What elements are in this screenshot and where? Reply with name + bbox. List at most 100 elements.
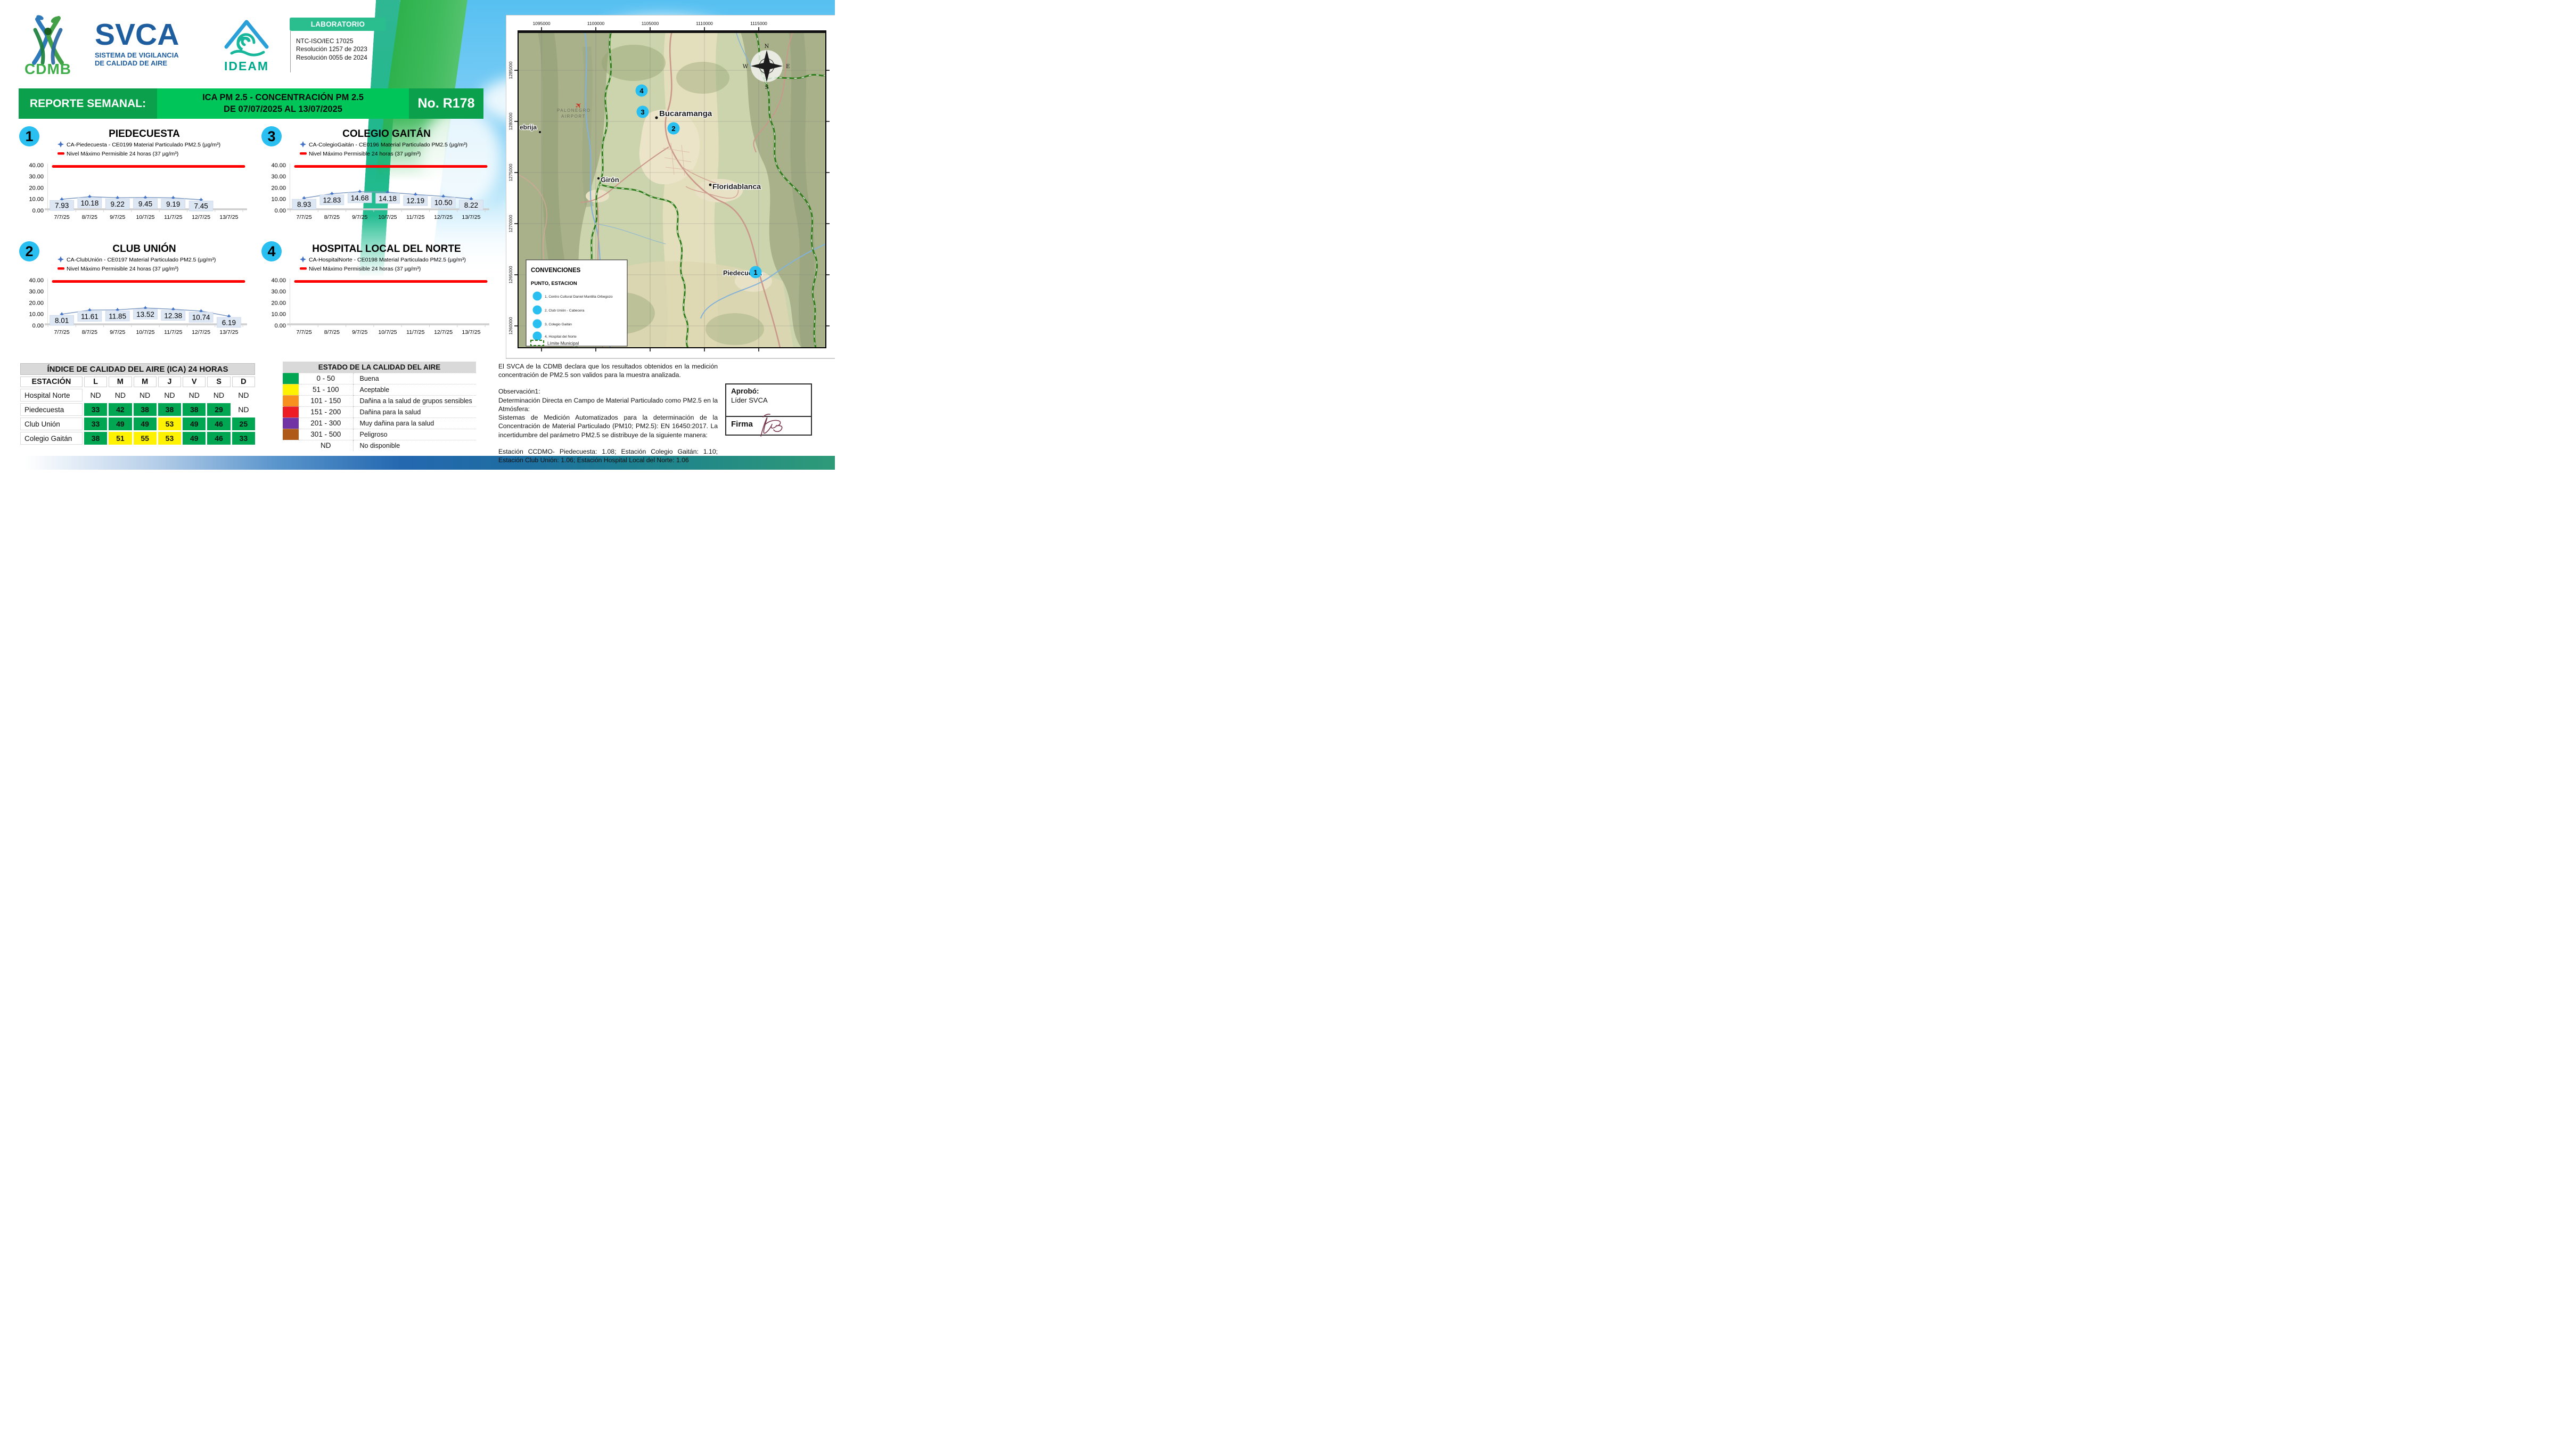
y-tick-label: 30.00: [271, 174, 286, 180]
x-tick-label: 10/7/25: [136, 214, 154, 220]
ica-station: Club Unión: [20, 417, 83, 430]
estado-color-swatch: [283, 439, 299, 451]
ica-value-cell: 46: [207, 417, 231, 430]
y-tick-label: 10.00: [271, 312, 286, 318]
data-label: 14.18: [379, 194, 397, 202]
airport-label: PALONEGRO: [557, 108, 591, 113]
x-tick-label: 7/7/25: [296, 329, 311, 335]
legend-subtitle: PUNTO, ESTACION: [531, 281, 577, 286]
compass-n: N: [765, 44, 769, 50]
compass-s: S: [765, 85, 769, 91]
ica-value-cell: ND: [84, 389, 108, 402]
data-label: 13.52: [136, 310, 154, 318]
series-marker-icon: [58, 256, 64, 263]
map-canvas: PALONEGRO AIRPORT ✈ Bucaramanga Girón Fl…: [505, 14, 835, 359]
y-tick-label: 30.00: [271, 289, 286, 295]
chart-svg: 3 COLEGIO GAITÁN CA-ColegioGaitán - CE0196…: [261, 126, 489, 220]
y-tick-label: 30.00: [29, 289, 44, 295]
ica-value-cell: 33: [84, 403, 108, 416]
table-row: 301 - 500 Peligroso: [283, 428, 476, 440]
series-legend-label: CA-ColegioGaitán - CE0196 Material Parti…: [309, 142, 467, 148]
ica-value-cell: 49: [109, 417, 132, 430]
estado-color-swatch: [283, 372, 299, 384]
table-row: 51 - 100 Aceptable: [283, 383, 476, 395]
series-marker-icon: [300, 141, 306, 148]
limit-marker-icon: [58, 267, 64, 270]
estado-color-swatch: [283, 406, 299, 417]
ica-value-cell: 51: [109, 432, 132, 445]
ica-value-cell: 38: [183, 403, 206, 416]
ica-value-cell: 53: [158, 417, 182, 430]
ica-value-cell: 53: [158, 432, 182, 445]
ica-header: J: [158, 376, 182, 387]
ica-value-cell: 33: [84, 417, 108, 430]
ica-value-cell: 38: [84, 432, 108, 445]
data-label: 10.74: [192, 314, 210, 322]
chart-svg: 4 HOSPITAL LOCAL DEL NORTE CA-HospitalNort…: [261, 241, 489, 335]
report-title-line2: DE 07/07/2025 AL 13/07/2025: [224, 104, 342, 114]
limit-legend-label: Nivel Máximo Permisible 24 horas (37 µg/…: [309, 151, 421, 157]
report-title-center: ICA PM 2.5 - CONCENTRACIÓN PM 2.5 DE 07/…: [157, 88, 409, 119]
data-label: 11.61: [81, 313, 99, 321]
accreditation-badge: LABORATORIO ACREDITADO: [290, 18, 386, 42]
data-label: 8.22: [464, 201, 478, 209]
estado-range: 301 - 500: [299, 428, 353, 440]
x-tick-label: 12/7/25: [192, 214, 210, 220]
chart-number: 2: [25, 243, 33, 259]
chart-club-union: 2 CLUB UNIÓN CA-ClubUnión - CE0197 Materia…: [15, 240, 256, 343]
chart-number: 3: [267, 128, 275, 144]
x-tick-label: 8/7/25: [324, 329, 340, 335]
x-tick-label: 13/7/25: [219, 329, 238, 335]
limit-legend-label: Nivel Máximo Permisible 24 horas (37 µg/…: [67, 266, 178, 272]
report-title-line1: ICA PM 2.5 - CONCENTRACIÓN PM 2.5: [202, 93, 364, 103]
estado-range: ND: [299, 439, 353, 451]
estado-color-swatch: [283, 395, 299, 406]
ica-value-cell: ND: [232, 403, 255, 416]
data-label: 7.45: [194, 202, 208, 210]
estado-label: Peligroso: [352, 428, 476, 440]
chart-piedecuesta: 1 PIEDECUESTA CA-Piedecuesta - CE0199 Mate…: [15, 125, 256, 228]
airport-label: AIRPORT: [561, 114, 586, 119]
x-tick: 1115000: [750, 21, 767, 26]
notes-block: El SVCA de la CDMB declara que los resul…: [498, 362, 718, 464]
series-legend-label: CA-Piedecuesta - CE0199 Material Particu…: [67, 142, 220, 148]
y-tick-label: 0.00: [32, 208, 44, 214]
ica-value-cell: 38: [158, 403, 182, 416]
estado-table: ESTADO DE LA CALIDAD DEL AIRE 0 - 50 Bue…: [283, 362, 476, 451]
data-label: 12.38: [164, 312, 182, 320]
y-tick: 1270000: [508, 215, 513, 232]
table-row: 101 - 150 Dañina a la salud de grupos se…: [283, 395, 476, 406]
estado-range: 51 - 100: [299, 383, 353, 395]
chart-title: HOSPITAL LOCAL DEL NORTE: [312, 243, 461, 255]
estado-label: No disponible: [352, 439, 476, 451]
ica-header: L: [84, 376, 108, 387]
y-tick: 1275000: [508, 163, 513, 181]
uncertainty-paragraph: Estación CCDMO- Piedecuesta: 1.08; Estac…: [498, 447, 718, 464]
estado-range: 151 - 200: [299, 406, 353, 417]
x-tick-label: 8/7/25: [82, 214, 97, 220]
y-tick: 1285000: [508, 61, 513, 79]
y-tick-label: 10.00: [29, 312, 44, 318]
ica-value-cell: ND: [183, 389, 206, 402]
x-tick-label: 7/7/25: [296, 214, 311, 220]
ica-value-cell: ND: [158, 389, 182, 402]
legend-item: 1, Centro Cultural Daniel Mantilla Orbeg…: [545, 295, 613, 299]
y-tick-label: 40.00: [271, 277, 286, 284]
chart-title: COLEGIO GAITÁN: [342, 128, 431, 140]
map-point-1: 1: [753, 268, 757, 276]
limit-marker-icon: [58, 152, 64, 155]
ica-value-cell: 49: [183, 432, 206, 445]
data-label: 9.19: [166, 200, 180, 208]
map-legend: CONVENCIONES PUNTO, ESTACION 1, Centro C…: [526, 259, 628, 347]
x-tick-label: 9/7/25: [352, 214, 367, 220]
report-title-left: REPORTE SEMANAL:: [19, 88, 157, 119]
data-label: 8.93: [297, 201, 311, 209]
data-label: 12.19: [406, 197, 424, 205]
estado-table-grid: ESTADO DE LA CALIDAD DEL AIRE 0 - 50 Bue…: [283, 362, 476, 451]
x-tick-label: 12/7/25: [434, 214, 453, 220]
accred-line: Resolución 0055 de 2024: [296, 53, 367, 61]
ica-header: M: [109, 376, 132, 387]
ica-table: ÍNDICE DE CALIDAD DEL AIRE (ICA) 24 HORA…: [19, 362, 257, 446]
ideam-label: IDEAM: [224, 59, 269, 73]
compass-w: W: [743, 64, 749, 70]
